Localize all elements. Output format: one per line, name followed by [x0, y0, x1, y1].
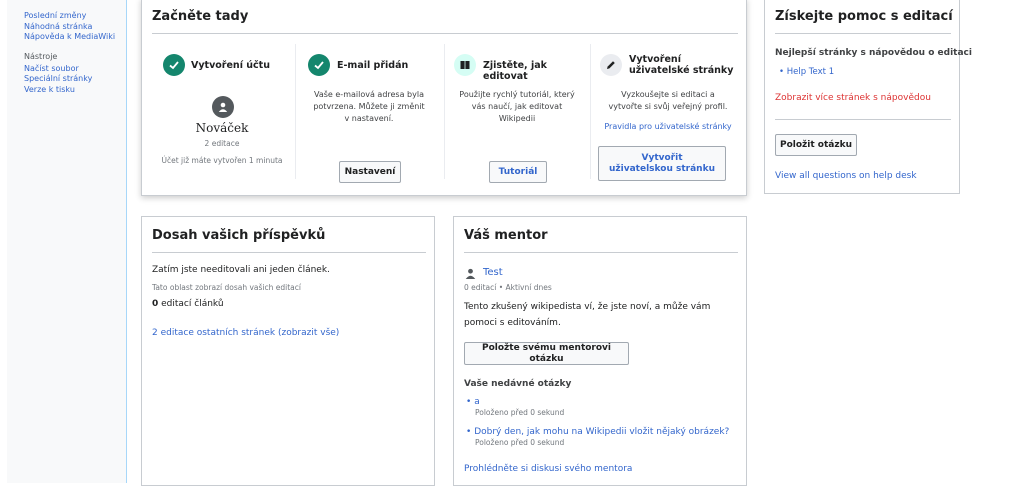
- create-userpage-button[interactable]: Vytvořit uživatelskou stránku: [598, 146, 726, 181]
- help-title: Získejte pomoc s editací: [775, 9, 953, 24]
- recent-questions-heading: Vaše nedávné otázky: [464, 379, 572, 389]
- sidebar-link-random-page[interactable]: Náhodná stránka: [24, 22, 134, 33]
- tutorial-button[interactable]: Tutoriál: [489, 161, 547, 183]
- help-list-item[interactable]: • Help Text 1: [779, 67, 834, 77]
- start-title: Začněte tady: [152, 9, 249, 24]
- mentor-meta: 0 editací • Aktivní dnes: [464, 283, 552, 292]
- user-icon: [465, 268, 476, 279]
- column-divider: [590, 44, 591, 179]
- learn-step: Zjistěte, jak editovat Použijte rychlý t…: [447, 41, 587, 183]
- mentor-talk-link[interactable]: Prohlédněte si diskusi svého mentora: [464, 464, 632, 474]
- learn-step-title: Zjistěte, jak editovat: [483, 60, 547, 82]
- impact-title-divider: [152, 252, 426, 253]
- question-item[interactable]: • Dobrý den, jak mohu na Wikipedii vloži…: [466, 427, 729, 447]
- sidebar-link-printable-version[interactable]: Verze k tisku: [24, 85, 134, 96]
- bullet-icon: •: [466, 397, 472, 407]
- sidebar-link-recent-changes[interactable]: Poslední změny: [24, 11, 134, 22]
- settings-button[interactable]: Nastavení: [339, 161, 401, 183]
- email-step-text: Vaše e-mailová adresa byla potvrzena. Mů…: [313, 90, 425, 123]
- email-step-title: E-mail přidán: [337, 60, 409, 71]
- sidebar-link-upload-file[interactable]: Načíst soubor: [24, 64, 134, 75]
- question-time: Položeno před 0 sekund: [475, 408, 565, 417]
- userpage-step: Vytvoření uživatelské stránky Vyzkoušejt…: [593, 41, 790, 190]
- sidebar-link-mediawiki-help[interactable]: Nápověda k MediaWiki: [24, 32, 134, 43]
- mentor-title: Váš mentor: [464, 228, 548, 243]
- email-step: E-mail přidán Vaše e-mailová adresa byla…: [298, 41, 440, 183]
- impact-no-edits: Zatím jste needitovali ani jeden článek.: [152, 265, 330, 275]
- question-link[interactable]: a: [474, 397, 480, 407]
- question-time: Položeno před 0 sekund: [475, 438, 565, 447]
- help-divider: [775, 119, 951, 120]
- impact-note: Tato oblast zobrazí dosah vašich editací: [152, 283, 301, 292]
- userpage-step-text: Vyzkoušejte si editaci a vytvořte si svů…: [608, 90, 728, 111]
- mentor-description: Tento zkušený wikipedista ví, že jste no…: [464, 302, 711, 328]
- learn-step-text: Použijte rychlý tutoriál, který vás nauč…: [459, 90, 575, 123]
- sidebar-link-special-pages[interactable]: Speciální stránky: [24, 74, 134, 85]
- ask-question-button[interactable]: Položit otázku: [775, 134, 857, 156]
- help-title-divider: [775, 33, 951, 34]
- bullet-icon: •: [779, 67, 785, 77]
- help-card: Získejte pomoc s editací Nejlepší stránk…: [764, 0, 972, 194]
- account-step-title: Vytvoření účtu: [191, 60, 270, 71]
- pencil-icon: [600, 54, 622, 76]
- userpage-step-title: Vytvoření uživatelské stránky: [629, 54, 734, 76]
- start-title-divider: [152, 33, 738, 34]
- account-created-note: Účet již máte vytvořen 1 minuta: [161, 156, 283, 165]
- ask-mentor-button[interactable]: Položte svému mentorovi otázku: [464, 342, 629, 365]
- help-link[interactable]: Help Text 1: [787, 67, 834, 77]
- column-divider: [295, 44, 296, 179]
- mentor-card: Váš mentor Test 0 editací • Aktivní dnes…: [453, 216, 747, 486]
- article-edit-count-value: 0: [152, 299, 159, 309]
- article-edit-count-label: editací článků: [161, 299, 224, 309]
- article-edit-count: 0 editací článků: [152, 299, 224, 309]
- username: Nováček: [195, 121, 249, 135]
- question-item[interactable]: • a Položeno před 0 sekund: [466, 397, 564, 417]
- check-icon: [163, 54, 185, 76]
- help-subtitle: Nejlepší stránky s nápovědou o editaci: [775, 48, 972, 58]
- book-icon: [454, 54, 476, 76]
- start-card: Začněte tady Vytvoření účtu Nováček 2 ed…: [141, 0, 790, 196]
- user-edit-count: 2 editace: [204, 139, 240, 148]
- user-avatar-icon: [212, 96, 234, 118]
- bullet-icon: •: [466, 427, 472, 437]
- sidebar: Poslední změny Náhodná stránka Nápověda …: [24, 11, 134, 95]
- check-icon: [308, 54, 330, 76]
- more-help-link[interactable]: Zobrazit více stránek s nápovědou: [775, 93, 931, 103]
- column-divider: [444, 44, 445, 179]
- mentor-title-divider: [464, 252, 738, 253]
- impact-card: Dosah vašich příspěvků Zatím jste needit…: [141, 216, 435, 486]
- account-step: Vytvoření účtu Nováček 2 editace Účet ji…: [150, 41, 294, 181]
- impact-title: Dosah vašich příspěvků: [152, 228, 326, 243]
- mentor-name-link[interactable]: Test: [483, 267, 503, 278]
- sidebar-tools-heading: Nástroje: [24, 51, 58, 61]
- other-edits-link[interactable]: 2 editace ostatních stránek (zobrazit vš…: [152, 328, 339, 338]
- userpage-guidelines-link[interactable]: Pravidla pro uživatelské stránky: [593, 121, 743, 133]
- question-link[interactable]: Dobrý den, jak mohu na Wikipedii vložit …: [474, 427, 729, 437]
- help-desk-link[interactable]: View all questions on help desk: [775, 171, 917, 181]
